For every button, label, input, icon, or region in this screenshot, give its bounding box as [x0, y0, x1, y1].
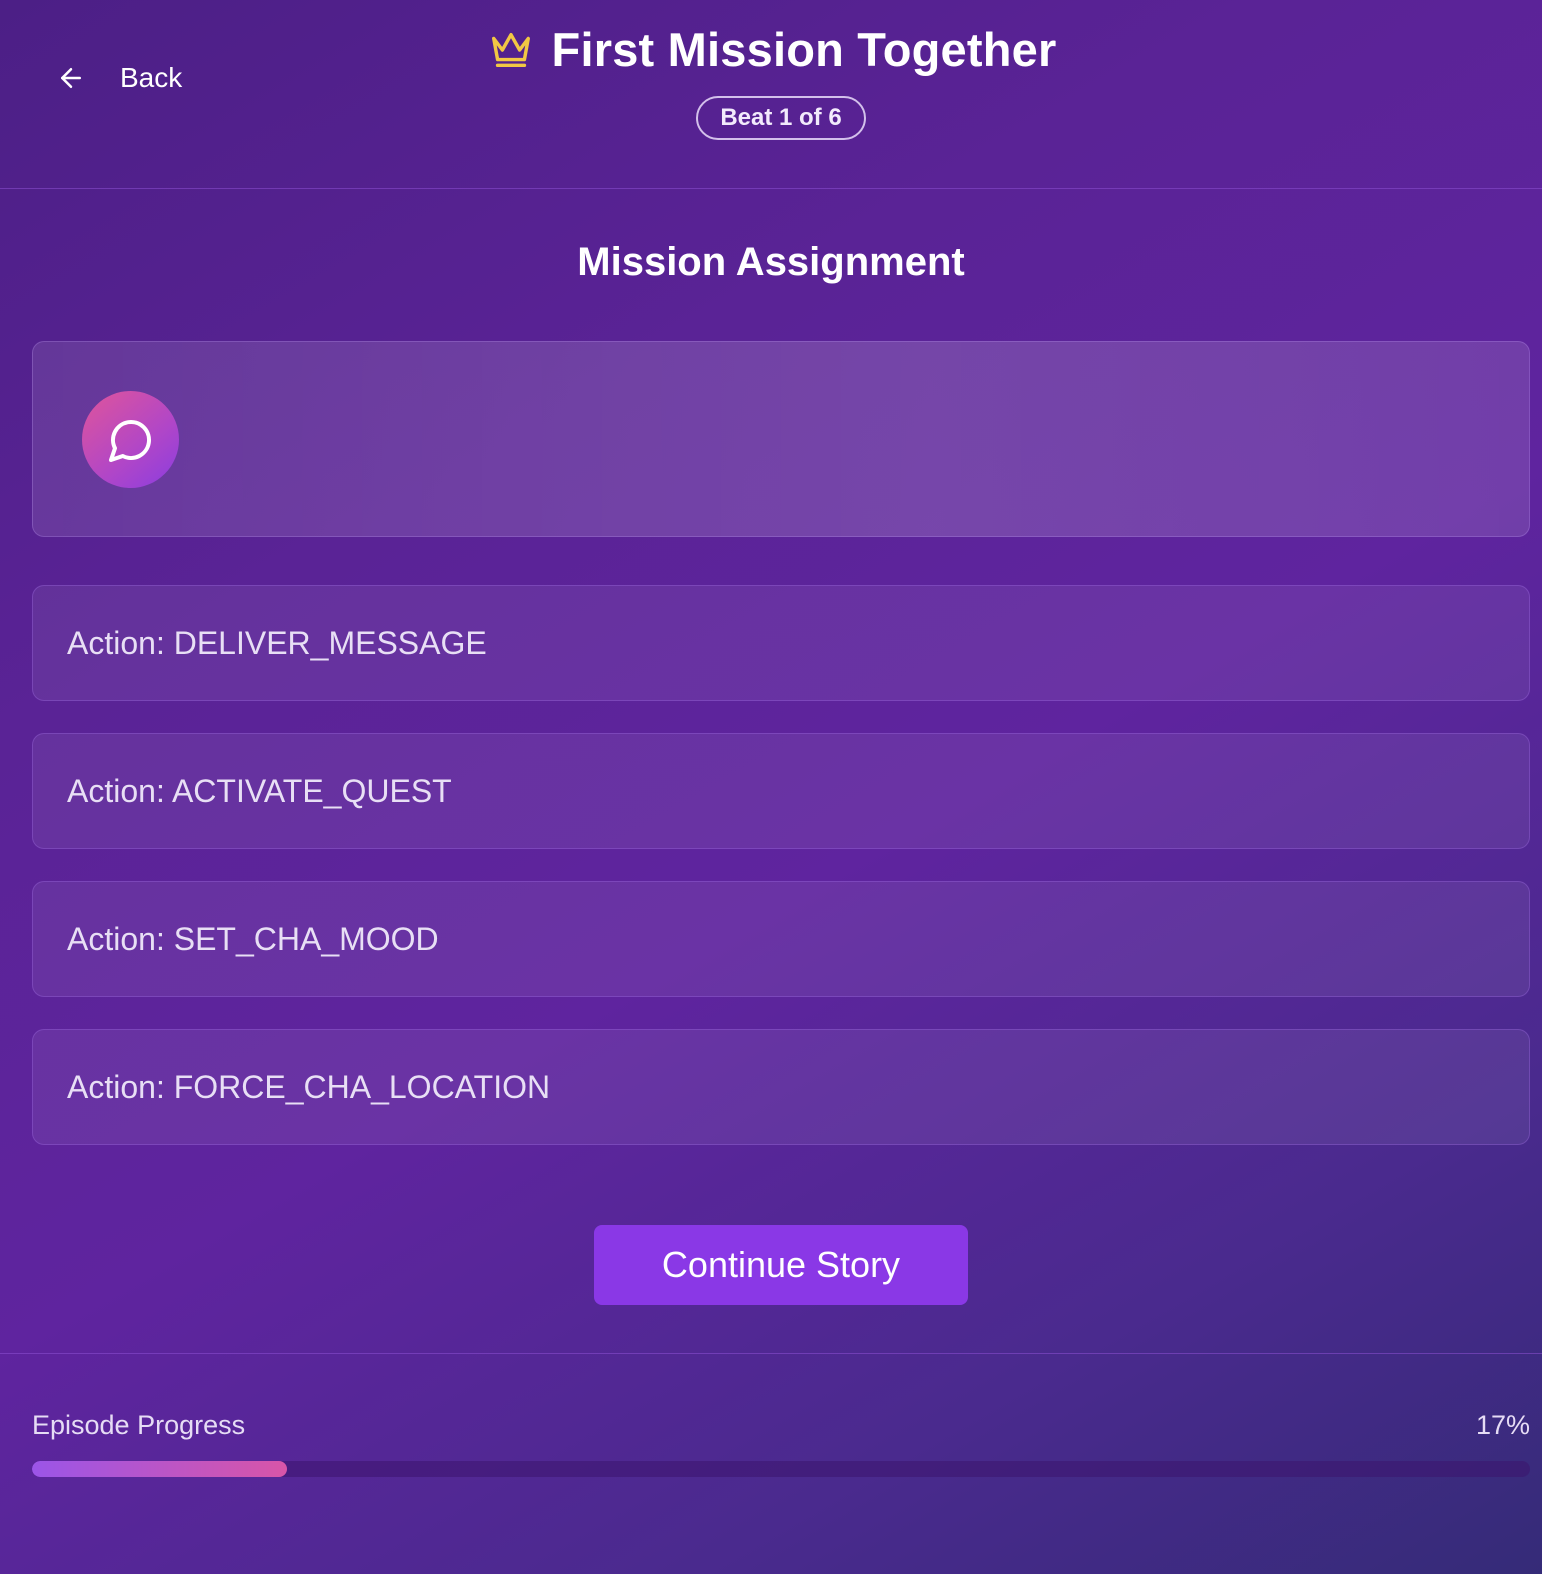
footer: Episode Progress 17%: [0, 1353, 1542, 1574]
page-title: First Mission Together: [551, 23, 1057, 76]
progress-fill: [32, 1461, 287, 1477]
action-item: Action: FORCE_CHA_LOCATION: [32, 1029, 1530, 1145]
action-item: Action: SET_CHA_MOOD: [32, 881, 1530, 997]
progress-track: [32, 1461, 1530, 1477]
header: Back First Mission Together Beat 1 of 6: [0, 0, 1542, 189]
continue-story-button[interactable]: Continue Story: [594, 1225, 968, 1305]
progress-percent: 17%: [1475, 1410, 1530, 1440]
progress-label: Episode Progress: [32, 1410, 246, 1440]
action-item: Action: ACTIVATE_QUEST: [32, 733, 1530, 849]
message-card: [32, 341, 1530, 537]
beat-badge: Beat 1 of 6: [696, 96, 866, 140]
crown-icon: [491, 32, 530, 67]
action-item: Action: DELIVER_MESSAGE: [32, 585, 1530, 701]
title-row: First Mission Together: [0, 22, 1542, 77]
message-avatar: [82, 391, 179, 488]
chat-bubble-icon: [108, 419, 151, 462]
section-title: Mission Assignment: [577, 240, 965, 284]
